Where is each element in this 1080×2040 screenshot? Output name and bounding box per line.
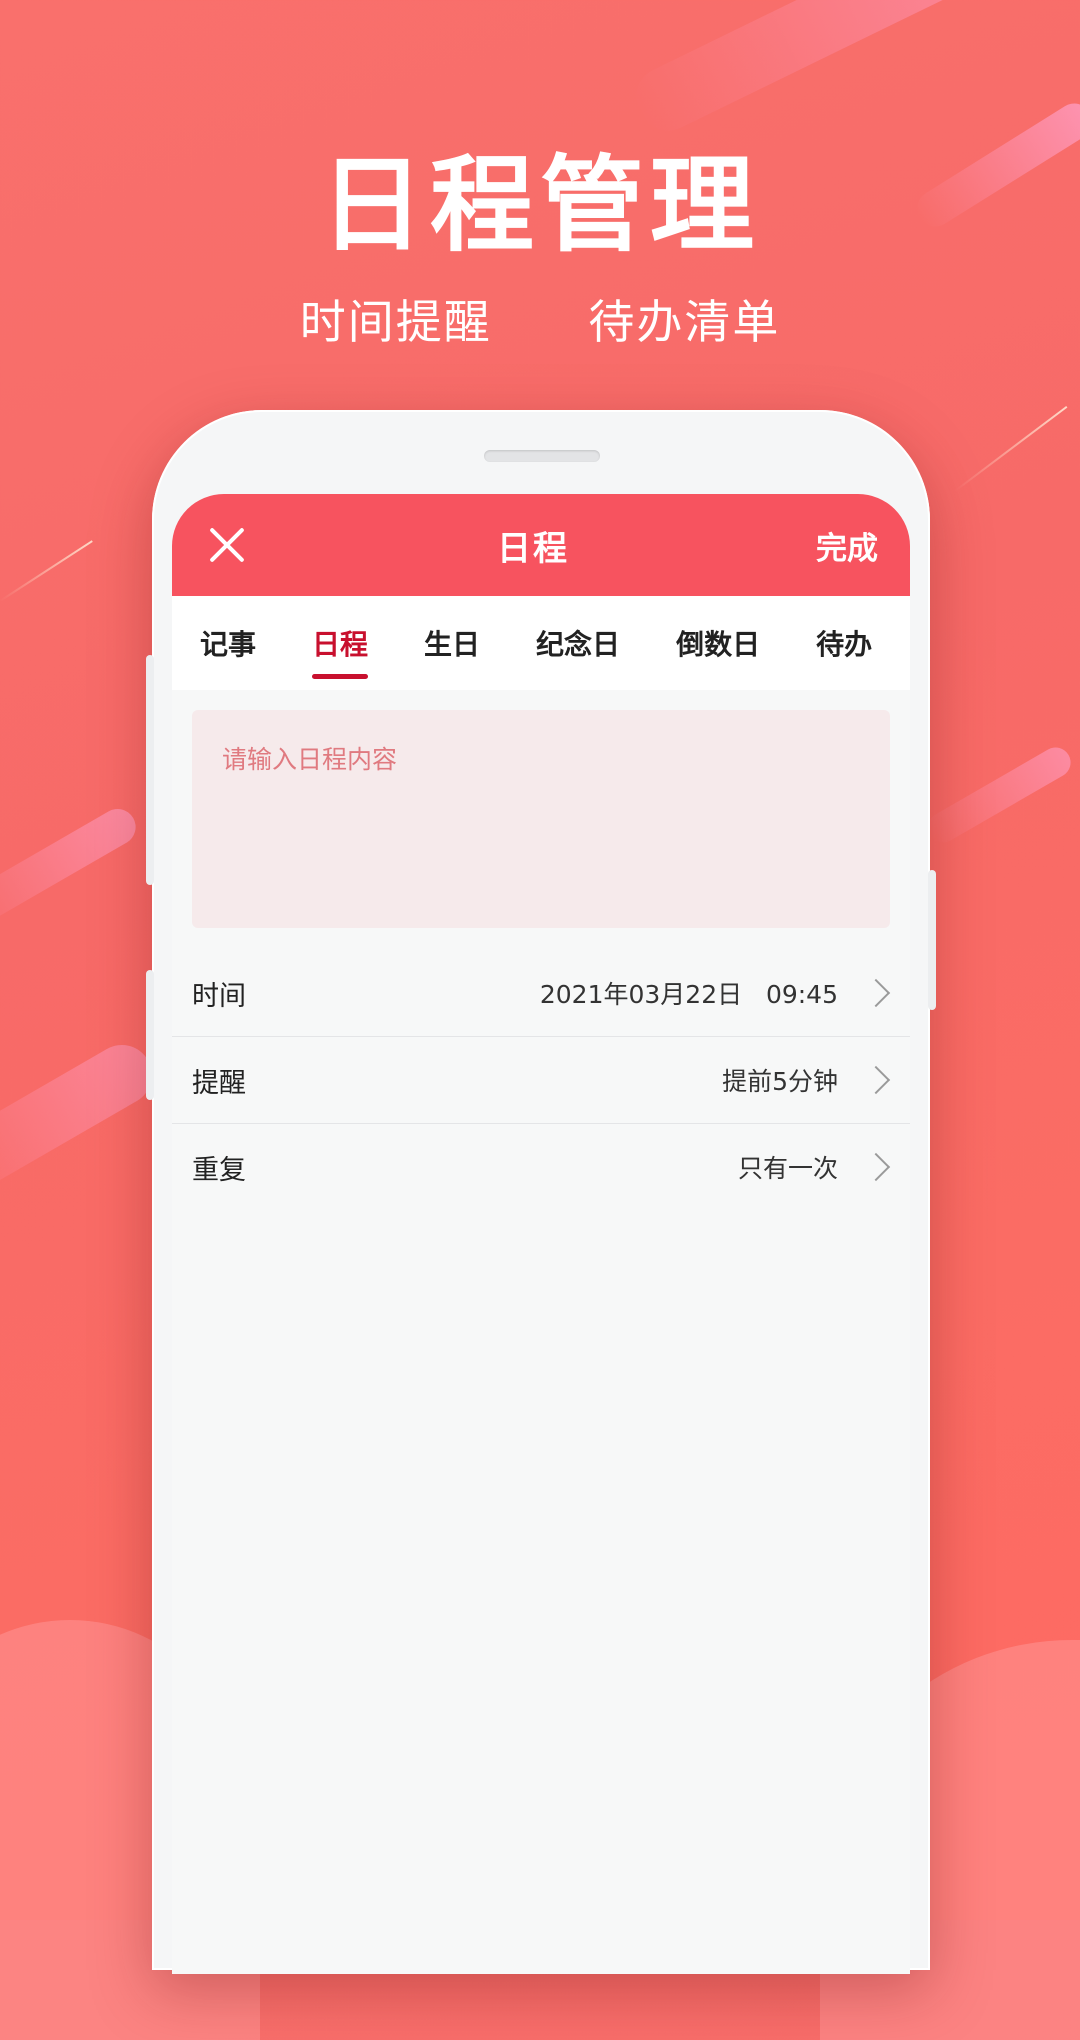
time-value: 2021年03月22日 09:45 <box>539 980 838 1009</box>
app-screen: 日程 完成 记事 日程 生日 纪念日 倒数日 待办 时间 2021年03月22日… <box>172 494 910 1974</box>
feature-todo-list: 待办清单 <box>588 295 781 349</box>
app-header: 日程 完成 <box>172 494 910 596</box>
reminder-row[interactable]: 提醒 提前5分钟 <box>172 1037 910 1124</box>
repeat-label: 重复 <box>192 1154 246 1186</box>
tab-countdown[interactable]: 倒数日 <box>676 623 760 663</box>
page-title: 日程 <box>497 528 569 569</box>
reminder-label: 提醒 <box>192 1067 246 1099</box>
schedule-content-input[interactable] <box>192 710 890 928</box>
close-icon[interactable] <box>202 521 250 569</box>
promo-headline: 日程管理 <box>319 144 760 266</box>
repeat-row[interactable]: 重复 只有一次 <box>172 1124 910 1210</box>
tab-schedule[interactable]: 日程 <box>312 623 369 679</box>
schedule-settings: 时间 2021年03月22日 09:45 提醒 提前5分钟 重复 只有一次 <box>172 950 910 1210</box>
tab-anniversary[interactable]: 纪念日 <box>536 623 620 663</box>
phone-side-button <box>146 655 154 885</box>
time-row[interactable]: 时间 2021年03月22日 09:45 <box>172 950 910 1037</box>
time-label: 时间 <box>192 980 246 1012</box>
tab-notes[interactable]: 记事 <box>200 623 256 663</box>
phone-side-button <box>928 870 936 1010</box>
promo-features: 时间提醒 待办清单 <box>0 286 1080 352</box>
phone-side-button <box>146 970 154 1100</box>
phone-mockup: 日程 完成 记事 日程 生日 纪念日 倒数日 待办 时间 2021年03月22日… <box>146 410 936 1974</box>
category-tabs: 记事 日程 生日 纪念日 倒数日 待办 <box>172 596 910 690</box>
chevron-right-icon <box>861 1065 891 1095</box>
chevron-right-icon <box>861 1152 891 1182</box>
reminder-value: 提前5分钟 <box>722 1067 838 1096</box>
tab-birthday[interactable]: 生日 <box>424 623 480 663</box>
phone-speaker <box>484 450 600 462</box>
chevron-right-icon <box>861 978 891 1008</box>
done-button[interactable]: 完成 <box>816 523 878 568</box>
tab-todo[interactable]: 待办 <box>816 623 872 663</box>
feature-time-reminder: 时间提醒 <box>299 295 492 349</box>
repeat-value: 只有一次 <box>737 1154 838 1183</box>
